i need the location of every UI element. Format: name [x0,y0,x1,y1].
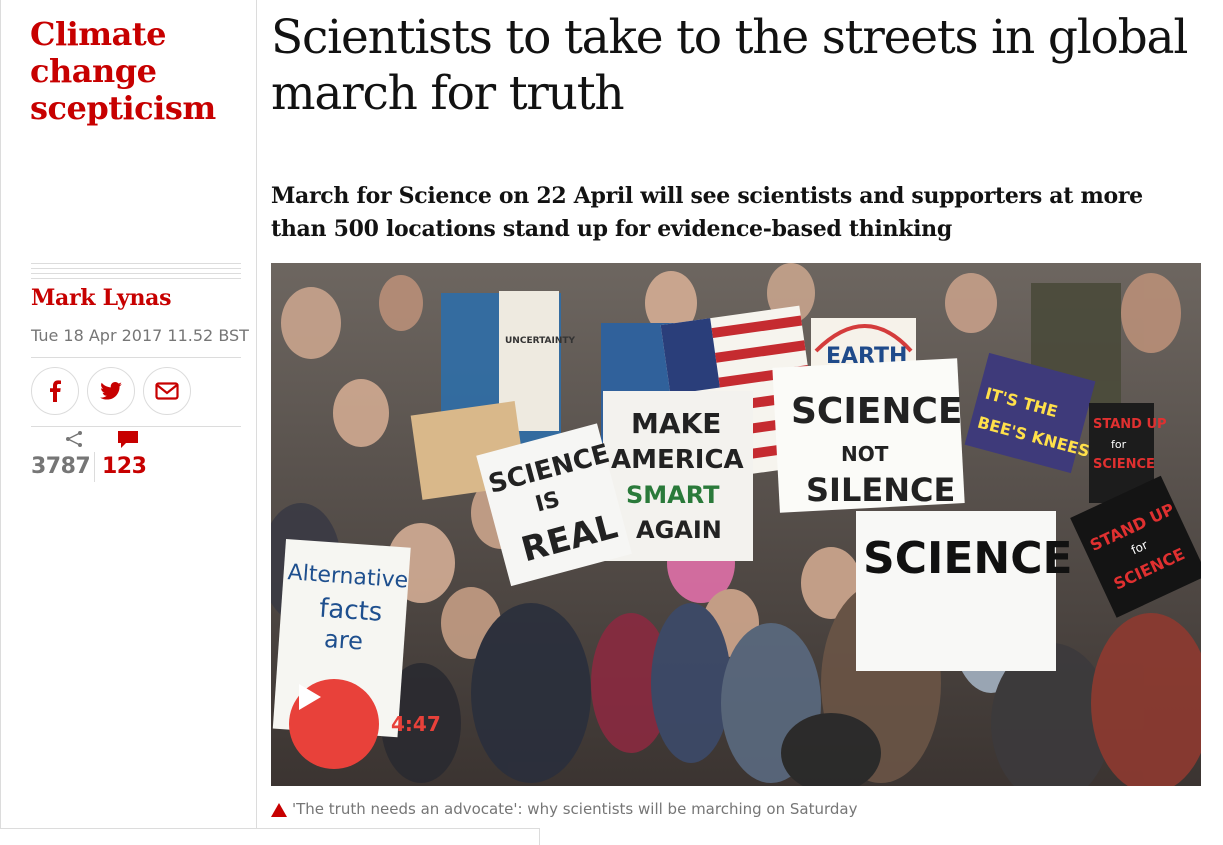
byline-rule-stack [31,263,241,281]
protest-photo: UNCERTAINTY EARTH SCIENCE NOT SILENCE MA… [271,263,1201,786]
bottom-overlay-bar [0,828,540,845]
twitter-share-button[interactable] [87,367,135,415]
author-link[interactable]: Mark Lynas [31,285,172,311]
play-button[interactable] [289,679,379,769]
standfirst: March for Science on 22 April will see s… [271,183,1143,242]
sign-are-text: are [323,625,364,656]
section-label-line[interactable]: change [30,52,157,90]
sign-standup-1-b: for [1111,438,1127,451]
video-duration: 4:47 [391,712,441,736]
sign-make-text: MAKE [631,407,721,440]
divider [31,357,241,358]
media-caption: 'The truth needs an advocate': why scien… [292,800,858,818]
sign-facts-text: facts [318,594,383,628]
sign-silence-text: SILENCE [806,471,955,509]
sign-science-text: SCIENCE [791,391,962,432]
sign-not-text: NOT [841,442,889,466]
section-label-line[interactable]: Climate [30,15,167,53]
divider [31,426,241,427]
sign-smart-text: SMART [626,481,720,509]
sign-america-text: AMERICA [611,445,744,475]
comment-icon [118,431,138,448]
section-label[interactable]: Climate change scepticism [30,16,250,127]
sign-again-text: AGAIN [636,516,722,544]
sign-standup-1-a: STAND UP [1093,417,1167,432]
facebook-icon [50,380,61,402]
share-count-icon [66,431,82,447]
caption-triangle-icon [271,803,287,817]
headline: Scientists to take to the streets in glo… [271,10,1188,121]
publish-date: Tue 18 Apr 2017 11.52 BST [31,326,249,345]
comment-count[interactable]: 123 [102,454,147,479]
facebook-share-button[interactable] [31,367,79,415]
email-icon [155,382,179,400]
share-count: 3787 [31,454,91,479]
section-label-line[interactable]: scepticism [30,89,216,127]
sign-standup-1-c: SCIENCE [1093,457,1155,472]
email-share-button[interactable] [143,367,191,415]
sign-uncertainty-text: UNCERTAINTY [505,336,576,346]
twitter-icon [100,382,122,400]
video-player[interactable]: UNCERTAINTY EARTH SCIENCE NOT SILENCE MA… [271,263,1201,786]
sign-science-bottom: SCIENCE [863,533,1073,584]
stat-divider [94,452,95,482]
play-icon [299,684,321,710]
